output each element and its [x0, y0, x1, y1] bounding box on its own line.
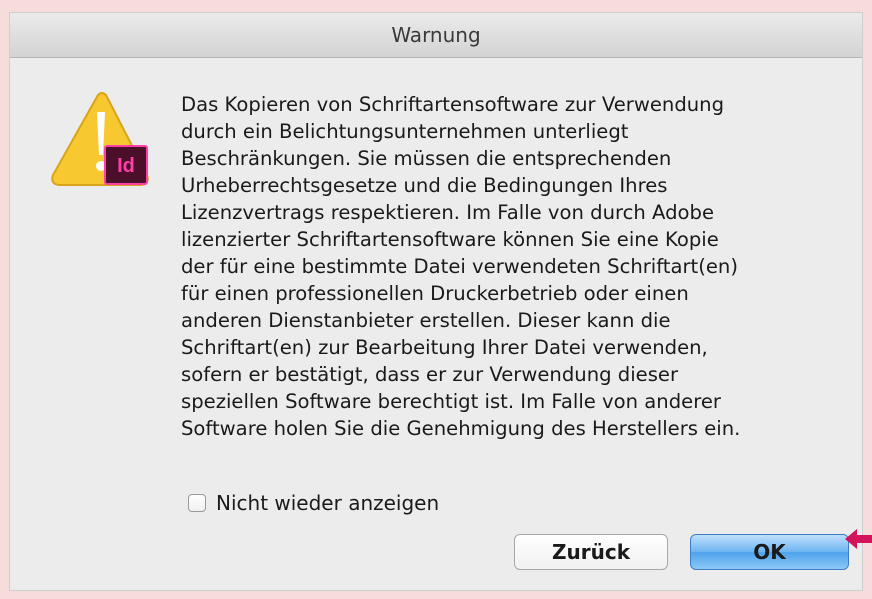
dont-show-again-checkbox[interactable] [188, 494, 206, 512]
title-bar[interactable]: Warnung [10, 13, 862, 58]
ok-button[interactable]: OK [690, 534, 849, 570]
dont-show-again-label[interactable]: Nicht wieder anzeigen [216, 491, 439, 515]
warning-icon: Id [50, 92, 150, 192]
back-button[interactable]: Zurück [514, 534, 668, 570]
indesign-app-icon: Id [104, 145, 148, 185]
warning-message: Das Kopieren von Schriftartensoftware zu… [181, 93, 741, 440]
app-badge-text: Id [117, 155, 135, 177]
dont-show-again-option[interactable]: Nicht wieder anzeigen [188, 491, 439, 515]
warning-dialog: Warnung Id Das Kopieren von Schriftarten… [10, 13, 862, 590]
dialog-title: Warnung [391, 23, 481, 47]
arrow-left-icon [845, 529, 872, 549]
